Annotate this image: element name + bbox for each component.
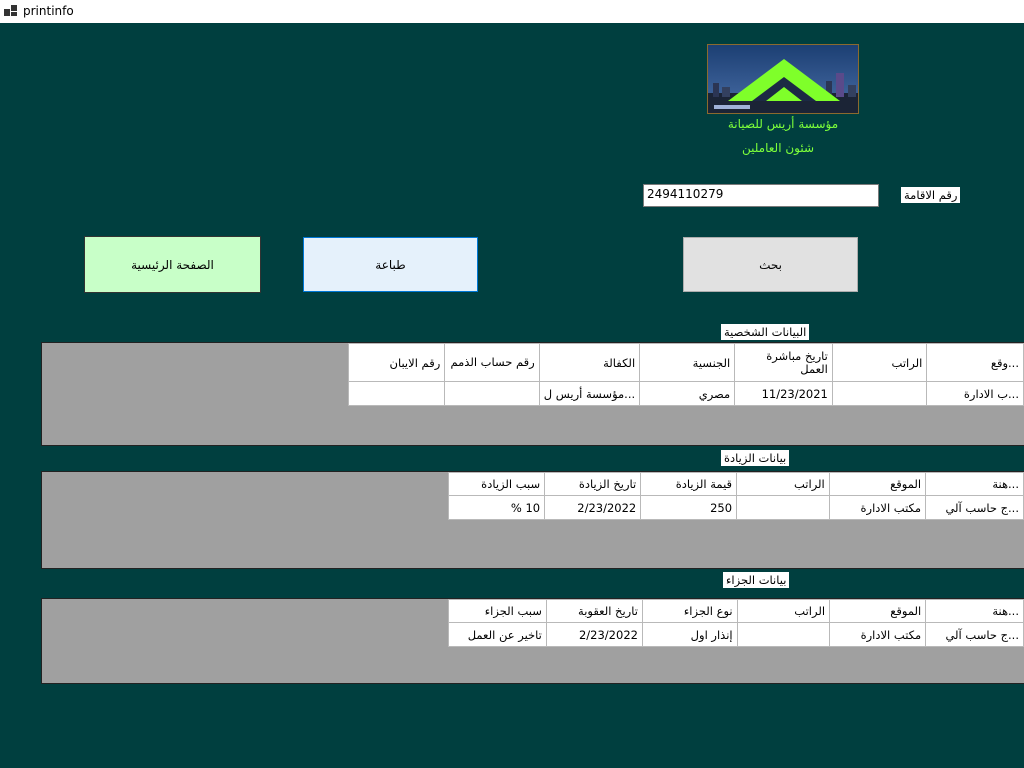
column-header[interactable]: ...وقع bbox=[926, 343, 1024, 382]
table-cell[interactable]: مصري bbox=[639, 381, 736, 406]
column-header[interactable]: تاريخ مباشرة العمل bbox=[734, 343, 833, 382]
table-cell[interactable]: 2/23/2022 bbox=[545, 622, 643, 647]
table-cell[interactable]: 11/23/2021 bbox=[734, 381, 833, 406]
increase-data-label: بيانات الزيادة bbox=[721, 450, 790, 466]
table-cell[interactable] bbox=[831, 381, 928, 406]
table-cell[interactable]: تاخير عن العمل bbox=[448, 622, 547, 647]
penalty-data-grid[interactable]: سبب الجزاء تاريخ العقوبة نوع الجزاء الرا… bbox=[41, 598, 1024, 684]
penalty-data-table: سبب الجزاء تاريخ العقوبة نوع الجزاء الرا… bbox=[448, 599, 1024, 647]
increase-data-table: سبب الزيادة تاريخ الزيادة قيمة الزيادة ا… bbox=[447, 472, 1024, 520]
search-button[interactable]: بحث bbox=[683, 237, 858, 292]
table-cell[interactable]: ...ب الادارة bbox=[926, 381, 1024, 406]
column-header[interactable]: سبب الزيادة bbox=[447, 472, 546, 496]
column-header[interactable]: رقم الايبان bbox=[347, 343, 446, 382]
company-name: مؤسسة أريس للصيانة bbox=[727, 117, 839, 131]
table-cell[interactable] bbox=[736, 622, 831, 647]
window-titlebar: printinfo bbox=[0, 0, 1024, 23]
table-cell[interactable] bbox=[736, 495, 830, 520]
table-cell[interactable] bbox=[347, 381, 446, 406]
table-header-row: سبب الجزاء تاريخ العقوبة نوع الجزاء الرا… bbox=[448, 599, 1024, 623]
residency-number-label: رقم الاقامة bbox=[901, 187, 961, 203]
table-cell[interactable]: إنذار اول bbox=[641, 622, 738, 647]
column-header[interactable]: قيمة الزيادة bbox=[640, 472, 738, 496]
residency-number-input[interactable]: 2494110279 bbox=[643, 184, 879, 207]
column-header[interactable]: سبب الجزاء bbox=[448, 599, 547, 623]
column-header[interactable]: ...هنة bbox=[925, 472, 1024, 496]
table-cell[interactable]: مكتب الادارة bbox=[828, 495, 927, 520]
personal-data-grid[interactable]: رقم الايبان رقم حساب الذمم الكفالة الجنس… bbox=[41, 342, 1024, 446]
penalty-data-label: بيانات الجزاء bbox=[723, 572, 790, 588]
table-row[interactable]: تاخير عن العمل 2/23/2022 إنذار اول مكتب … bbox=[448, 622, 1024, 647]
increase-data-grid[interactable]: سبب الزيادة تاريخ الزيادة قيمة الزيادة ا… bbox=[41, 471, 1024, 569]
table-header-row: رقم الايبان رقم حساب الذمم الكفالة الجنس… bbox=[347, 343, 1024, 382]
print-button[interactable]: طباعة bbox=[303, 237, 478, 292]
column-header[interactable]: الكفالة bbox=[538, 343, 641, 382]
table-cell[interactable]: ...ج حاسب آلي bbox=[925, 495, 1024, 520]
table-header-row: سبب الزيادة تاريخ الزيادة قيمة الزيادة ا… bbox=[447, 472, 1024, 496]
window-title: printinfo bbox=[23, 4, 74, 18]
personal-data-table: رقم الايبان رقم حساب الذمم الكفالة الجنس… bbox=[347, 343, 1024, 406]
column-header[interactable]: رقم حساب الذمم bbox=[444, 343, 540, 382]
column-header[interactable]: الراتب bbox=[736, 599, 831, 623]
table-cell[interactable]: 10 % bbox=[447, 495, 546, 520]
table-cell[interactable]: ...مؤسسة أريس ل bbox=[538, 381, 641, 406]
table-row[interactable]: 10 % 2/23/2022 250 مكتب الادارة ...ج حاس… bbox=[447, 495, 1024, 520]
column-header[interactable]: الجنسية bbox=[639, 343, 736, 382]
column-header[interactable]: ...هنة bbox=[925, 599, 1024, 623]
department-name: شئون العاملين bbox=[741, 141, 815, 155]
table-cell[interactable]: 250 bbox=[640, 495, 738, 520]
home-button[interactable]: الصفحة الرئيسية bbox=[84, 236, 261, 293]
personal-data-label: البيانات الشخصية bbox=[721, 324, 810, 340]
column-header[interactable]: تاريخ العقوبة bbox=[545, 599, 643, 623]
column-header[interactable]: الموقع bbox=[828, 472, 927, 496]
column-header[interactable]: الموقع bbox=[829, 599, 927, 623]
table-cell[interactable]: ...ج حاسب آلي bbox=[925, 622, 1024, 647]
table-cell[interactable] bbox=[444, 381, 540, 406]
column-header[interactable]: الراتب bbox=[736, 472, 830, 496]
app-icon bbox=[4, 5, 17, 17]
table-cell[interactable]: 2/23/2022 bbox=[544, 495, 642, 520]
column-header[interactable]: تاريخ الزيادة bbox=[544, 472, 642, 496]
table-row[interactable]: ...مؤسسة أريس ل مصري 11/23/2021 ...ب الا… bbox=[347, 381, 1024, 406]
column-header[interactable]: نوع الجزاء bbox=[641, 599, 738, 623]
table-cell[interactable]: مكتب الادارة bbox=[829, 622, 927, 647]
company-logo bbox=[707, 44, 859, 114]
column-header[interactable]: الراتب bbox=[831, 343, 928, 382]
